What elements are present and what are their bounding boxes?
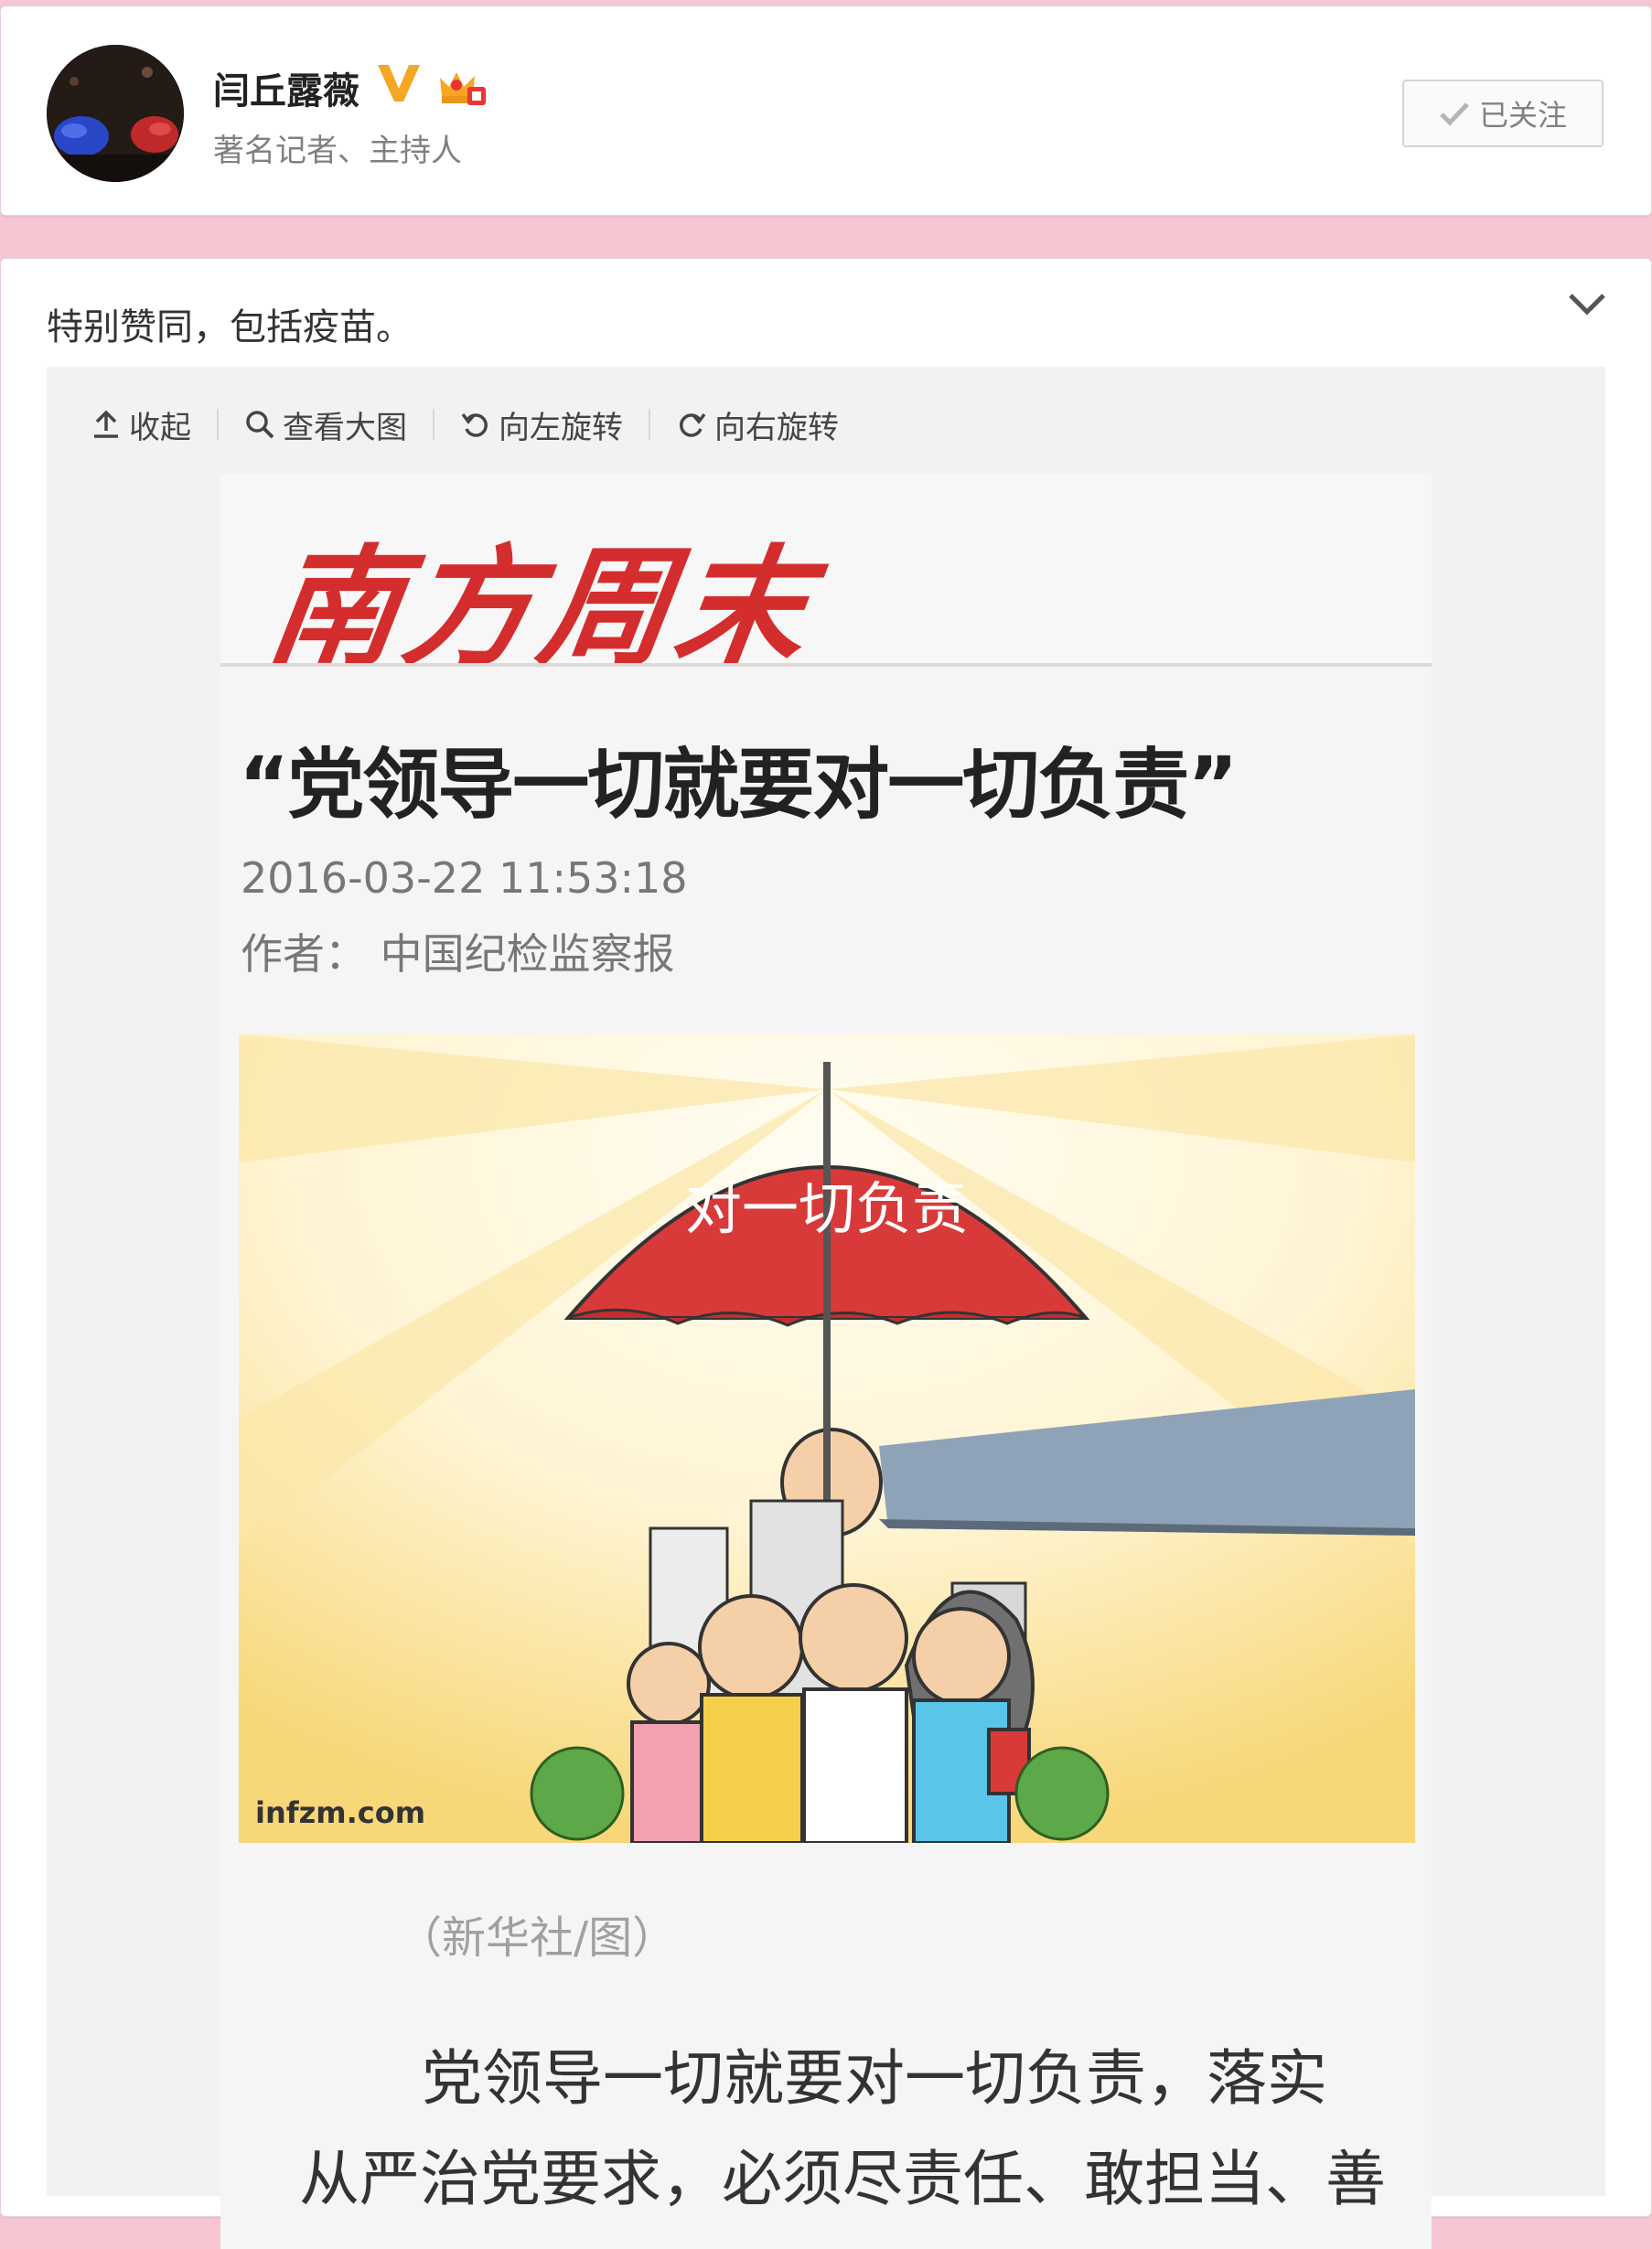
check-icon xyxy=(1440,102,1469,126)
toolbar-divider xyxy=(217,409,219,440)
vip-crown-icon[interactable] xyxy=(436,65,488,109)
photo-credit: （新华社/图） xyxy=(398,1912,677,1964)
post-text: 特别赞同，包括疫苗。 xyxy=(47,306,413,348)
verified-v-icon xyxy=(378,65,420,102)
toolbar-divider xyxy=(433,409,434,440)
toolbar-divider xyxy=(649,409,650,440)
view-large-button[interactable]: 查看大图 xyxy=(244,402,407,447)
watermark: infzm.com xyxy=(255,1795,426,1830)
rotate-left-label: 向左旋转 xyxy=(499,409,623,446)
collapse-button[interactable]: 收起 xyxy=(91,402,191,447)
illustration-drawing xyxy=(239,1034,1415,1843)
rotate-left-icon xyxy=(461,412,488,437)
masthead: 南方周末 xyxy=(220,475,1432,684)
profile-card: 闫丘露薇 著名记者、主持人 已关注 xyxy=(0,5,1652,216)
article-body-line: 党领导一切就要对一切负责，落实 xyxy=(422,2043,1327,2114)
view-large-label: 查看大图 xyxy=(283,409,407,446)
article-headline: “党领导一切就要对一切负责” xyxy=(239,740,1238,830)
article-author: 作者： 中国纪检监察报 xyxy=(241,929,675,979)
rotate-right-button[interactable]: 向右旋转 xyxy=(676,402,839,447)
article-date: 2016-03-22 11:53:18 xyxy=(241,853,688,903)
masthead-divider xyxy=(220,663,1432,667)
article-screenshot-image[interactable]: 南方周末 “党领导一切就要对一切负责” 2016-03-22 11:53:18 … xyxy=(220,475,1432,2249)
media-panel: 收起 查看大图 向左旋转 向右旋转 南方周末 “党领导一切就要对一切负责” 20… xyxy=(47,367,1605,2249)
user-bio: 著名记者、主持人 xyxy=(213,133,462,169)
username[interactable]: 闫丘露薇 xyxy=(213,61,359,114)
image-toolbar: 收起 查看大图 向左旋转 向右旋转 xyxy=(91,402,839,447)
chevron-down-icon[interactable] xyxy=(1567,290,1607,317)
avatar[interactable] xyxy=(47,45,184,182)
following-button[interactable]: 已关注 xyxy=(1402,80,1604,147)
post-card: 特别赞同，包括疫苗。 收起 查看大图 向左旋转 向右旋转 南方周末 “党领导一切… xyxy=(0,258,1652,2249)
upload-arrow-icon xyxy=(94,410,118,438)
article-body-line: 从严治党要求，必须尽责任、敢担当、善 xyxy=(299,2144,1386,2214)
umbrella-illustration: 对一切负责 infzm.com xyxy=(239,1034,1415,1843)
search-icon xyxy=(246,411,274,439)
collapse-label: 收起 xyxy=(129,409,191,446)
umbrella-caption: 对一切负责 xyxy=(684,1175,969,1242)
rotate-left-button[interactable]: 向左旋转 xyxy=(460,402,623,447)
rotate-right-label: 向右旋转 xyxy=(714,409,839,446)
following-label: 已关注 xyxy=(1478,98,1567,133)
rotate-right-icon xyxy=(680,412,706,437)
